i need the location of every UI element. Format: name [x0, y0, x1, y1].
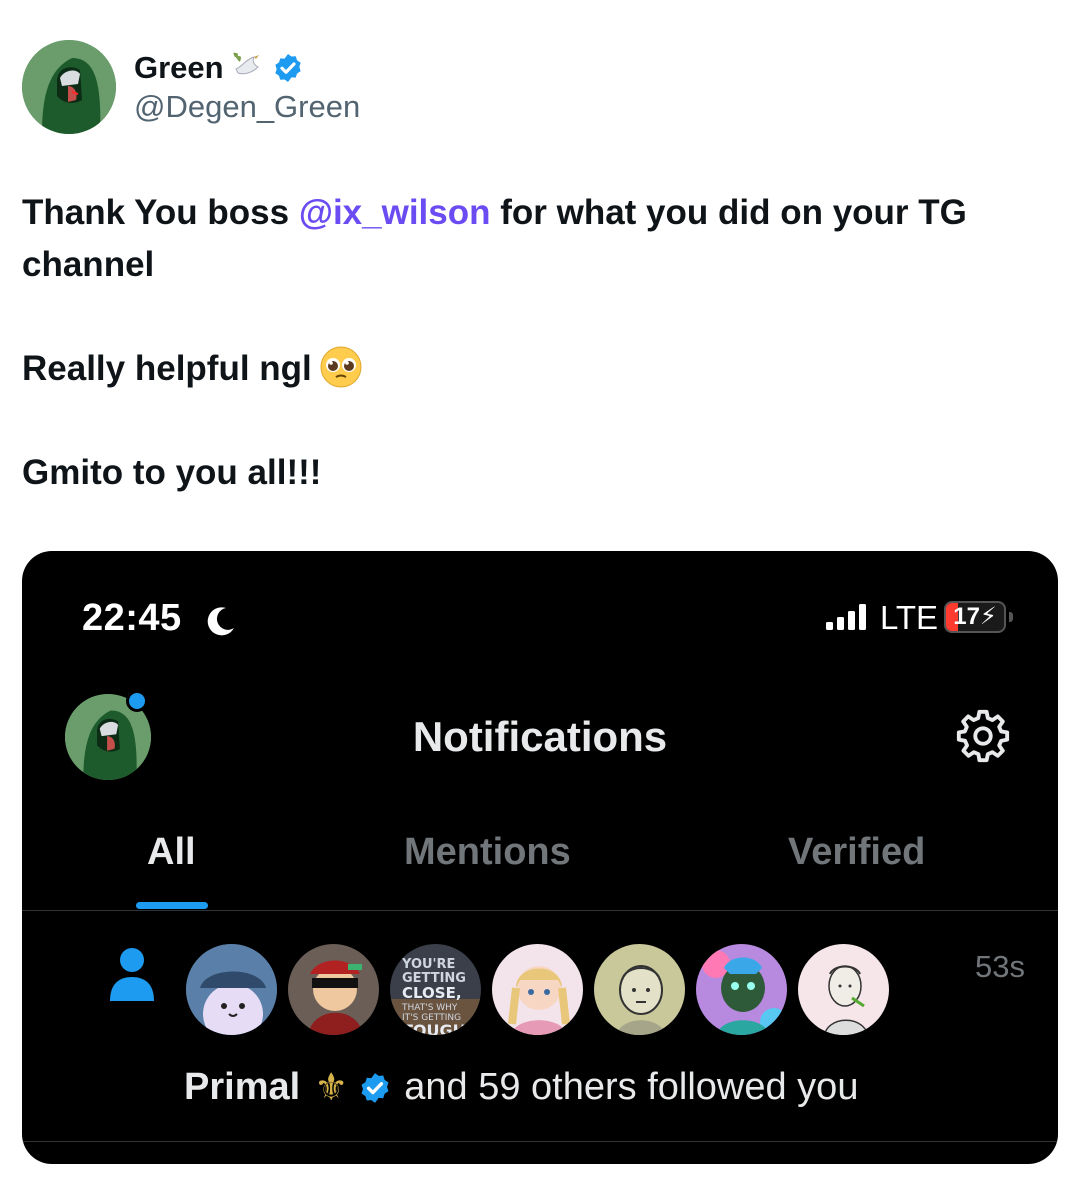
- unread-dot: [126, 690, 148, 712]
- tweet-text-part: Thank You boss: [22, 193, 299, 232]
- moon-icon: [207, 607, 234, 636]
- signal-bars-icon: [826, 604, 866, 630]
- tab-all[interactable]: All: [147, 831, 196, 874]
- verified-badge-icon: [274, 54, 301, 82]
- pleading-face-emoji: [320, 346, 362, 388]
- tweet-line-1: Thank You boss @ix_wilson for what you d…: [22, 187, 1062, 291]
- follower-avatar[interactable]: [592, 942, 687, 1037]
- battery-level: 17⚡: [953, 603, 997, 630]
- notification-time: 53s: [975, 949, 1025, 984]
- display-name-row: Green: [134, 48, 360, 88]
- tab-mentions[interactable]: Mentions: [404, 831, 571, 874]
- dove-emoji: [232, 49, 262, 87]
- svg-text:TOUGH: TOUGH: [402, 1021, 466, 1037]
- divider: [22, 910, 1058, 911]
- attached-screenshot[interactable]: 22:45 LTE 17⚡ Notifications All Mentions…: [22, 551, 1058, 1164]
- page-title: Notifications: [412, 713, 668, 760]
- tweet-header: Green @Degen_Green: [22, 40, 360, 134]
- status-time: 22:45: [82, 597, 182, 639]
- author-names: Green @Degen_Green: [134, 48, 360, 126]
- fleur-de-lis-emoji: ⚜: [314, 1067, 349, 1109]
- verified-badge-icon: [361, 1072, 389, 1103]
- tweet-line-2: Really helpful ngl: [22, 343, 1062, 395]
- divider: [22, 1141, 1058, 1142]
- active-tab-indicator: [136, 902, 208, 909]
- tweet-text: Thank You boss @ix_wilson for what you d…: [22, 187, 1062, 499]
- follower-avatar[interactable]: [286, 942, 381, 1037]
- follower-avatar[interactable]: [796, 942, 891, 1037]
- tweet-line-3: Gmito to you all!!!: [22, 453, 322, 492]
- tweet-text-part: Really helpful ngl: [22, 349, 312, 388]
- person-icon: [110, 948, 154, 1001]
- author-avatar[interactable]: [22, 40, 116, 134]
- battery-icon: 17⚡: [944, 601, 1006, 633]
- network-type: LTE: [880, 599, 939, 636]
- mention-link[interactable]: @ix_wilson: [299, 193, 491, 232]
- follower-avatar[interactable]: [490, 942, 585, 1037]
- notification-user-name[interactable]: Primal: [184, 1066, 300, 1109]
- follower-avatar[interactable]: [694, 942, 789, 1037]
- battery-percent: 17: [953, 603, 980, 630]
- follower-avatar[interactable]: YOU'RE GETTING CLOSE, THAT'S WHY IT'S GE…: [388, 942, 483, 1037]
- gear-icon[interactable]: [954, 707, 1012, 765]
- handle[interactable]: @Degen_Green: [134, 88, 360, 126]
- tab-verified[interactable]: Verified: [788, 831, 925, 874]
- follower-avatar[interactable]: [184, 942, 279, 1037]
- svg-text:THAT'S WHY: THAT'S WHY: [401, 1003, 458, 1013]
- svg-text:YOU'RE: YOU'RE: [401, 957, 455, 972]
- notification-text[interactable]: Primal ⚜ and 59 others followed you: [184, 1065, 858, 1110]
- notification-message: and 59 others followed you: [404, 1066, 859, 1108]
- display-name[interactable]: Green: [134, 50, 224, 86]
- svg-text:CLOSE,: CLOSE,: [402, 984, 462, 1002]
